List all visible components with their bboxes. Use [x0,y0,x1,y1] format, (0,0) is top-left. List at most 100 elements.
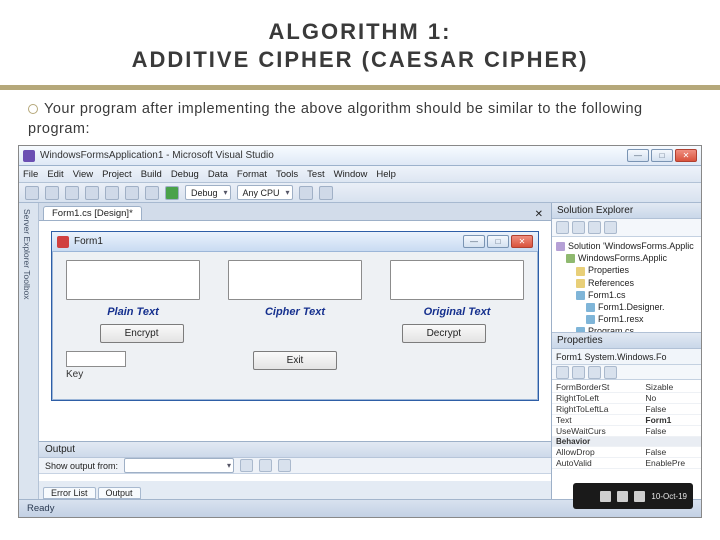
form1-maximize[interactable]: □ [487,235,509,248]
folder-icon [576,267,585,276]
toolbar-button[interactable] [319,186,333,200]
menu-build[interactable]: Build [141,169,162,180]
toolbar: Debug Any CPU [19,183,701,203]
tray-icon[interactable] [634,491,645,502]
output-tool-icon[interactable] [278,459,291,472]
tray-icon[interactable] [617,491,628,502]
form1-title-text: Form1 [74,236,463,247]
doc-tab-form1[interactable]: Form1.cs [Design]* [43,206,142,220]
menu-window[interactable]: Window [334,169,368,180]
csfile-icon [586,303,595,312]
tree-resx: Form1.resx [556,313,697,325]
tree-references: References [556,277,697,289]
menu-help[interactable]: Help [376,169,396,180]
toolbar-button[interactable] [299,186,313,200]
properties-grid[interactable]: FormBorderStSizable RightToLeftNo RightT… [552,380,701,499]
bullet-content: Your program after implementing the abov… [28,101,643,137]
solution-icon [556,242,565,251]
run-icon[interactable] [165,186,179,200]
minimize-button[interactable]: — [627,149,649,162]
prop-tool-icon[interactable] [556,366,569,379]
toolbar-button[interactable] [45,186,59,200]
tray-date: 10-Oct-19 [651,492,687,501]
resx-icon [586,315,595,324]
prop-tool-icon[interactable] [572,366,585,379]
output-panel: Output Show output from: Error List Outp… [39,441,551,499]
toolbar-button[interactable] [125,186,139,200]
menu-test[interactable]: Test [307,169,324,180]
csfile-icon [576,291,585,300]
menu-tools[interactable]: Tools [276,169,298,180]
tab-output[interactable]: Output [98,487,141,499]
close-button[interactable]: ✕ [675,149,697,162]
key-label: Key [66,369,158,380]
tree-project: WindowsForms.Applic [556,252,697,264]
platform-combo[interactable]: Any CPU [237,185,293,200]
slide-title: ALGORITHM 1: ADDITIVE CIPHER (CAESAR CIP… [0,0,720,85]
tree-solution: Solution 'WindowsForms.Applic [556,240,697,252]
tab-error-list[interactable]: Error List [43,487,96,499]
encrypt-button[interactable]: Encrypt [100,324,184,343]
tab-close-icon[interactable]: ✕ [531,209,547,220]
properties-header: Properties [552,333,701,349]
menu-view[interactable]: View [73,169,93,180]
form1-app-icon [57,236,69,248]
system-tray: 10-Oct-19 [573,483,693,509]
solution-tool-icon[interactable] [604,221,617,234]
decrypt-button[interactable]: Decrypt [402,324,486,343]
exit-button[interactable]: Exit [253,351,337,370]
tree-designer: Form1.Designer. [556,301,697,313]
cipher-text-input[interactable] [228,260,362,300]
menu-format[interactable]: Format [237,169,267,180]
toolbar-button[interactable] [65,186,79,200]
output-source-combo[interactable] [124,458,234,473]
toolbar-button[interactable] [25,186,39,200]
designer-surface[interactable]: Form1 — □ ✕ Plain Text [39,221,551,441]
toolbar-button[interactable] [85,186,99,200]
folder-icon [576,279,585,288]
solution-toolbar [552,219,701,237]
title-line2: ADDITIVE CIPHER (CAESAR CIPHER) [132,47,589,72]
form1-close[interactable]: ✕ [511,235,533,248]
left-rail[interactable]: Server Explorer Toolbox [19,203,39,499]
form1-window[interactable]: Form1 — □ ✕ Plain Text [51,231,539,401]
solution-tool-icon[interactable] [572,221,585,234]
project-icon [566,254,575,263]
menu-data[interactable]: Data [208,169,228,180]
plain-text-input[interactable] [66,260,200,300]
maximize-button[interactable]: □ [651,149,673,162]
tree-properties: Properties [556,264,697,276]
tree-program: Program.cs [556,325,697,333]
original-text-label: Original Text [390,306,524,318]
solution-tree[interactable]: Solution 'WindowsForms.Applic WindowsFor… [552,237,701,333]
properties-object[interactable]: Form1 System.Windows.Fo [552,349,701,365]
menu-file[interactable]: File [23,169,38,180]
visual-studio-window: WindowsFormsApplication1 - Microsoft Vis… [18,145,702,518]
output-tool-icon[interactable] [259,459,272,472]
bullet-text: Your program after implementing the abov… [0,100,720,145]
show-output-label: Show output from: [45,461,118,471]
original-text-input[interactable] [390,260,524,300]
vs-titlebar: WindowsFormsApplication1 - Microsoft Vis… [19,146,701,166]
form1-titlebar: Form1 — □ ✕ [52,232,538,252]
solution-tool-icon[interactable] [588,221,601,234]
prop-tool-icon[interactable] [604,366,617,379]
accent-bar [0,85,720,90]
form1-minimize[interactable]: — [463,235,485,248]
output-header: Output [39,442,551,458]
cipher-text-label: Cipher Text [228,306,362,318]
vs-window-title: WindowsFormsApplication1 - Microsoft Vis… [40,150,627,161]
tray-icon[interactable] [600,491,611,502]
solution-tool-icon[interactable] [556,221,569,234]
config-combo[interactable]: Debug [185,185,231,200]
menu-project[interactable]: Project [102,169,132,180]
output-tool-icon[interactable] [240,459,253,472]
prop-tool-icon[interactable] [588,366,601,379]
menu-debug[interactable]: Debug [171,169,199,180]
menu-edit[interactable]: Edit [47,169,63,180]
toolbar-button[interactable] [105,186,119,200]
document-tabs: Form1.cs [Design]* ✕ [39,203,551,221]
bullet-icon [28,104,38,114]
key-input[interactable] [66,351,126,367]
toolbar-button[interactable] [145,186,159,200]
